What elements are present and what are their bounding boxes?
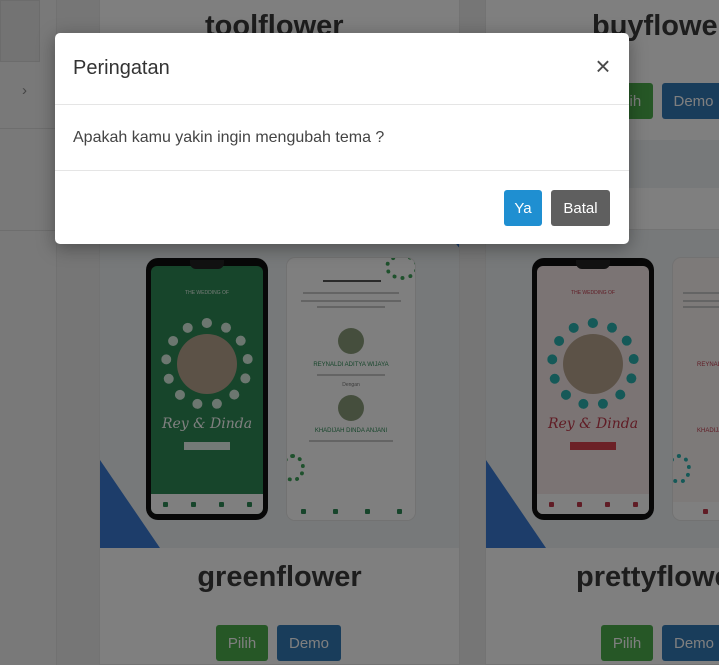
- close-icon[interactable]: ×: [592, 53, 614, 79]
- modal-header: Peringatan ×: [55, 33, 629, 105]
- modal-title: Peringatan: [73, 57, 170, 79]
- confirm-button[interactable]: Ya: [504, 190, 542, 226]
- modal-body: Apakah kamu yakin ingin mengubah tema ?: [55, 105, 629, 171]
- modal-footer: Ya Batal: [55, 171, 629, 244]
- confirm-dialog: Peringatan × Apakah kamu yakin ingin men…: [55, 33, 629, 244]
- cancel-button[interactable]: Batal: [551, 190, 610, 226]
- modal-message: Apakah kamu yakin ingin mengubah tema ?: [73, 129, 385, 146]
